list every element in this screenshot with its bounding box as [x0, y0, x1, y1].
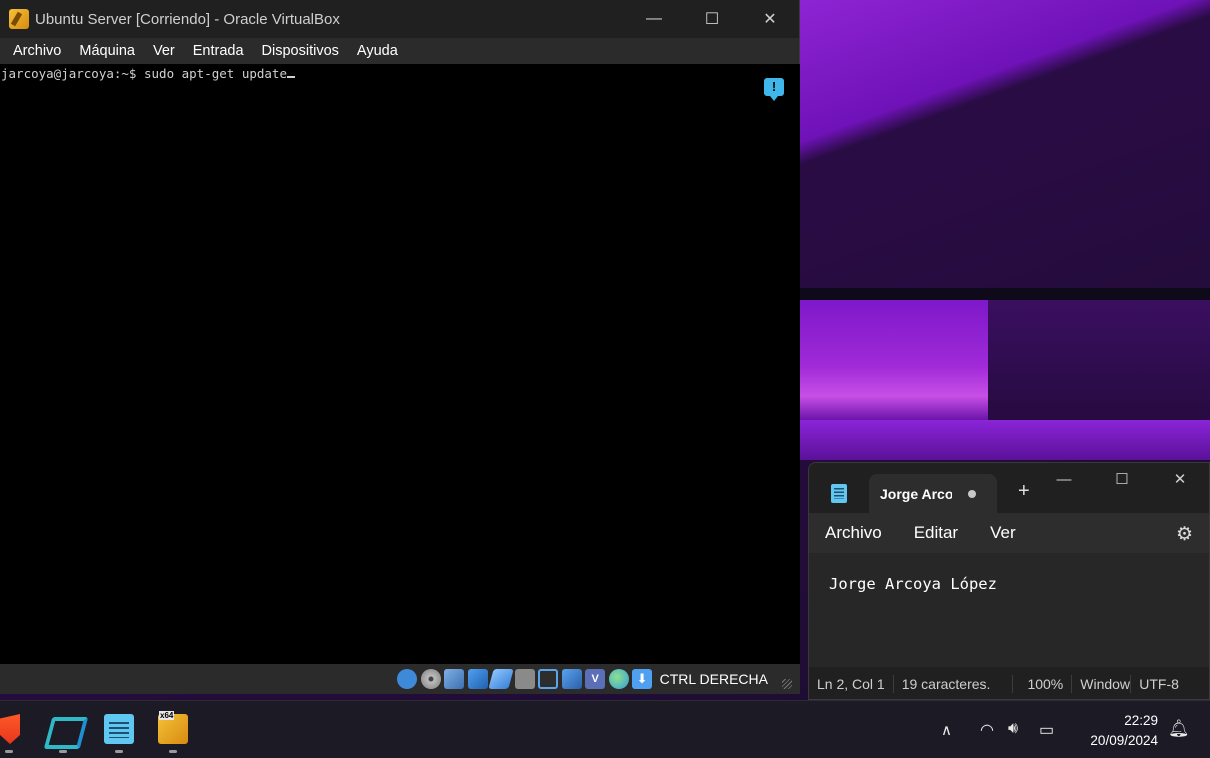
shared-folder-icon[interactable]	[514, 669, 535, 689]
virtualbox-window: Ubuntu Server [Corriendo] - Oracle Virtu…	[0, 0, 800, 694]
mouse-integration-icon[interactable]	[608, 669, 629, 689]
close-button[interactable]: ✕	[741, 0, 799, 38]
unsaved-dot-icon[interactable]	[968, 489, 976, 498]
new-tab-button[interactable]: +	[1018, 480, 1030, 503]
wifi-icon[interactable]: ◠	[980, 720, 994, 740]
editor-text: Jorge Arcoya López	[829, 575, 997, 593]
wallpaper-band	[800, 420, 1210, 460]
terminal-command: jarcoya@jarcoya:~$ sudo apt-get update	[1, 66, 287, 81]
menu-ver[interactable]: Ver	[144, 43, 184, 59]
virtualbox-icon[interactable]	[158, 711, 188, 744]
clock[interactable]: 22:29 20/09/2024	[1076, 711, 1158, 751]
notepad-window-controls: — ☐ ✕	[1035, 463, 1209, 495]
running-indicator	[115, 750, 123, 753]
menu-dispositivos[interactable]: Dispositivos	[253, 43, 348, 59]
notification-bell-icon[interactable]: 🔔︎	[1168, 719, 1190, 739]
vbox-menubar: Archivo Máquina Ver Entrada Dispositivos…	[0, 38, 799, 64]
notification-icon[interactable]: !	[764, 78, 784, 101]
battery-icon[interactable]: ▭	[1039, 720, 1054, 740]
menu-ayuda[interactable]: Ayuda	[348, 43, 407, 59]
window-title: Ubuntu Server [Corriendo] - Oracle Virtu…	[35, 10, 340, 28]
show-hidden-icons-chevron-icon[interactable]: ∧	[941, 721, 952, 739]
notepad-statusbar: Ln 2, Col 1 19 caracteres. 100% Windows …	[809, 667, 1209, 699]
notepad-menubar: Archivo Editar Ver ⚙	[809, 513, 1209, 553]
zoom-level[interactable]: 100%	[1013, 676, 1071, 692]
volume-icon[interactable]: 🔊︎	[1008, 720, 1018, 738]
taskbar: ∧ ◠ 🔊︎ ▭ 22:29 20/09/2024 🔔︎	[0, 700, 1210, 758]
running-indicator	[169, 750, 177, 753]
line-ending[interactable]: Windows (CRLF)	[1072, 676, 1130, 692]
minimize-button[interactable]: —	[1035, 463, 1093, 495]
notepad-editor[interactable]: Jorge Arcoya López	[809, 553, 1209, 667]
notepad-titlebar[interactable]: Jorge Arcoya López + — ☐ ✕	[809, 463, 1209, 513]
vtx-icon[interactable]: V	[585, 669, 606, 689]
tab-title: Jorge Arcoya López	[880, 485, 952, 502]
resize-grip[interactable]	[782, 679, 792, 689]
pen-icon[interactable]	[488, 669, 514, 689]
display-icon[interactable]	[538, 669, 559, 689]
menu-archivo[interactable]: Archivo	[4, 43, 70, 59]
running-indicator	[59, 750, 67, 753]
menu-maquina[interactable]: Máquina	[70, 43, 144, 59]
close-button[interactable]: ✕	[1151, 463, 1209, 495]
menu-editar[interactable]: Editar	[914, 523, 958, 543]
terminal-line: jarcoya@jarcoya:~$ sudo apt-get update	[1, 66, 295, 81]
notepad-icon	[831, 484, 847, 503]
virtualbox-icon	[9, 9, 29, 29]
recording-icon[interactable]	[561, 669, 582, 689]
network-icon[interactable]	[444, 669, 465, 689]
optical-drive-icon[interactable]	[420, 669, 441, 689]
host-key-label[interactable]: CTRL DERECHA	[660, 671, 768, 687]
visual-studio-icon[interactable]	[48, 714, 78, 744]
window-controls: — ☐ ✕	[625, 0, 799, 38]
brave-icon[interactable]	[0, 714, 20, 744]
clock-date: 20/09/2024	[1090, 733, 1158, 748]
encoding[interactable]: UTF-8	[1131, 676, 1187, 692]
menu-entrada[interactable]: Entrada	[184, 43, 253, 59]
cursor-position: Ln 2, Col 1	[817, 676, 885, 692]
tab-document[interactable]: Jorge Arcoya López	[869, 474, 997, 513]
minimize-button[interactable]: —	[625, 0, 683, 38]
running-indicator	[5, 750, 13, 753]
vbox-statusbar: V ⬇ CTRL DERECHA	[0, 664, 800, 694]
hard-disk-icon[interactable]	[397, 669, 418, 689]
maximize-button[interactable]: ☐	[1093, 463, 1151, 495]
menu-ver[interactable]: Ver	[990, 523, 1016, 543]
char-count: 19 caracteres.	[901, 676, 991, 692]
vm-screen[interactable]: jarcoya@jarcoya:~$ sudo apt-get update !	[0, 64, 800, 664]
keyboard-icon[interactable]: ⬇	[632, 669, 653, 689]
wallpaper-band	[988, 300, 1210, 435]
terminal-cursor	[286, 67, 295, 78]
maximize-button[interactable]: ☐	[683, 0, 741, 38]
menu-archivo[interactable]: Archivo	[825, 523, 882, 543]
notepad-icon[interactable]	[104, 714, 134, 744]
notepad-window: Jorge Arcoya López + — ☐ ✕ Archivo Edita…	[808, 462, 1210, 700]
clock-time: 22:29	[1124, 713, 1158, 728]
vbox-titlebar[interactable]: Ubuntu Server [Corriendo] - Oracle Virtu…	[0, 0, 799, 38]
settings-gear-icon[interactable]: ⚙	[1176, 523, 1193, 546]
usb-icon[interactable]	[467, 669, 488, 689]
